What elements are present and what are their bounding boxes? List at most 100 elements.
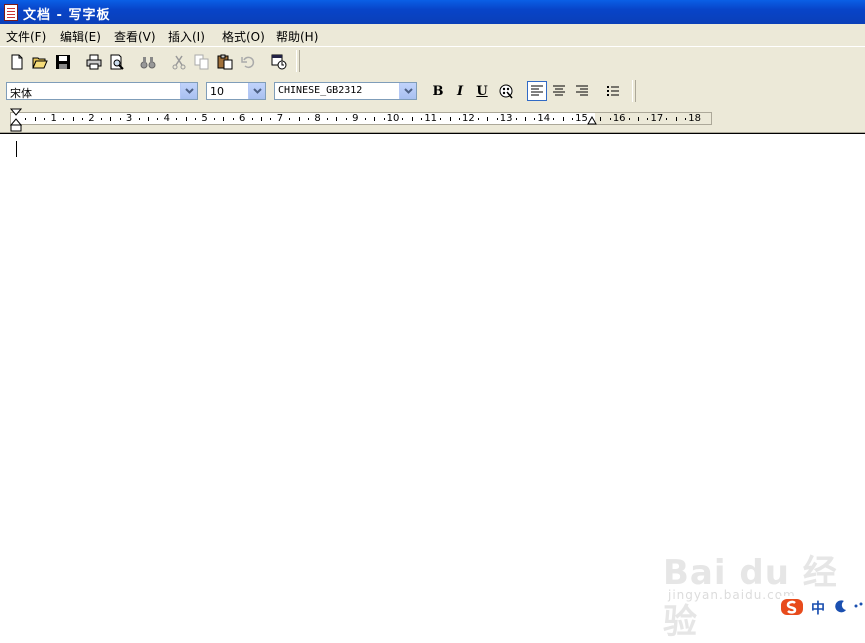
align-left-icon bbox=[531, 85, 543, 96]
ruler-number: 13 bbox=[499, 113, 513, 124]
align-center-button[interactable] bbox=[549, 81, 569, 101]
ruler-tick bbox=[34, 117, 36, 121]
script-value: CHINESE_GB2312 bbox=[278, 85, 363, 96]
ruler-number: 1 bbox=[50, 113, 57, 124]
cut-scissors-icon[interactable] bbox=[170, 53, 188, 71]
copy-icon[interactable] bbox=[193, 53, 211, 71]
menu-file[interactable]: 文件(F) bbox=[6, 28, 46, 45]
ruler-tick bbox=[44, 118, 46, 120]
menu-view[interactable]: 查看(V) bbox=[114, 28, 156, 45]
ruler-tick bbox=[223, 117, 225, 121]
align-center-icon bbox=[553, 85, 565, 96]
ruler-tick bbox=[251, 118, 253, 120]
ruler[interactable]: 1 2 3 4 5 6 7 8 9 10 11 12 13 14 15 16 17 18 bbox=[10, 112, 712, 125]
underline-button[interactable]: U bbox=[472, 81, 492, 101]
save-disk-icon[interactable] bbox=[54, 53, 72, 71]
ruler-tick bbox=[213, 118, 215, 120]
bold-button[interactable]: B bbox=[428, 81, 448, 101]
ruler-tick bbox=[553, 118, 555, 120]
ruler-number: 16 bbox=[612, 113, 626, 124]
ruler-tick bbox=[298, 117, 300, 121]
ruler-tick bbox=[185, 117, 187, 121]
ruler-number: 5 bbox=[201, 113, 208, 124]
ruler-tick bbox=[628, 118, 630, 120]
ruler-tick bbox=[383, 118, 385, 120]
toolbar-separator bbox=[296, 50, 300, 72]
ruler-tick bbox=[496, 118, 498, 120]
ruler-tick bbox=[327, 118, 329, 120]
paste-icon[interactable] bbox=[216, 53, 234, 71]
menu-insert[interactable]: 插入(I) bbox=[168, 28, 205, 45]
new-document-icon[interactable] bbox=[8, 53, 26, 71]
ruler-tick bbox=[81, 118, 83, 120]
font-color-icon bbox=[499, 84, 513, 99]
script-combo[interactable]: CHINESE_GB2312 bbox=[274, 82, 417, 100]
ruler-tick bbox=[487, 117, 489, 121]
menu-edit[interactable]: 编辑(E) bbox=[60, 28, 101, 45]
print-icon[interactable] bbox=[85, 53, 103, 71]
ruler-tick bbox=[666, 118, 668, 120]
ruler-number: 17 bbox=[650, 113, 664, 124]
ruler-tick bbox=[458, 118, 460, 120]
find-binoculars-icon[interactable] bbox=[139, 53, 157, 71]
underline-icon: U bbox=[476, 83, 488, 99]
italic-button[interactable]: I bbox=[450, 81, 470, 101]
ruler-tick bbox=[63, 118, 65, 120]
ruler-tick bbox=[515, 118, 517, 120]
toolbar-separator bbox=[632, 80, 636, 102]
align-left-button[interactable] bbox=[527, 81, 547, 101]
standard-toolbar bbox=[0, 46, 865, 77]
ime-mode-label[interactable]: 中 bbox=[811, 598, 825, 618]
insert-date-time-icon[interactable] bbox=[270, 53, 288, 71]
italic-icon: I bbox=[456, 83, 464, 99]
ruler-tick bbox=[562, 117, 564, 121]
ruler-tick bbox=[524, 117, 526, 121]
ruler-number: 6 bbox=[239, 113, 246, 124]
ruler-tick bbox=[261, 117, 263, 121]
ruler-tick bbox=[232, 118, 234, 120]
ruler-tick bbox=[364, 118, 366, 120]
ruler-tick bbox=[638, 117, 640, 121]
menu-bar: 文件(F) 编辑(E) 查看(V) 插入(I) 格式(O) 帮助(H) bbox=[0, 24, 865, 46]
chevron-down-icon[interactable] bbox=[248, 83, 265, 99]
ruler-tick bbox=[138, 118, 140, 120]
ruler-number: 14 bbox=[537, 113, 551, 124]
ruler-number: 8 bbox=[314, 113, 321, 124]
ruler-tick bbox=[572, 118, 574, 120]
ruler-tick bbox=[421, 118, 423, 120]
font-color-button[interactable] bbox=[496, 81, 516, 101]
ruler-tick bbox=[647, 118, 649, 120]
ruler-number: 9 bbox=[352, 113, 359, 124]
ruler-number: 15 bbox=[575, 113, 588, 124]
menu-format[interactable]: 格式(O) bbox=[222, 28, 265, 45]
ruler-tick bbox=[110, 117, 112, 121]
font-size-value: 10 bbox=[210, 85, 224, 98]
ruler-tick bbox=[449, 117, 451, 121]
first-line-indent-marker[interactable] bbox=[10, 108, 22, 132]
text-caret bbox=[16, 141, 17, 157]
ruler-tick bbox=[609, 118, 611, 120]
font-name-combo[interactable]: 宋体 bbox=[6, 82, 198, 100]
bullets-button[interactable] bbox=[603, 81, 623, 101]
menu-help[interactable]: 帮助(H) bbox=[276, 28, 318, 45]
ruler-tick bbox=[289, 118, 291, 120]
bullets-icon bbox=[607, 86, 619, 96]
ruler-tick bbox=[25, 118, 27, 120]
sogou-s-icon bbox=[781, 599, 803, 615]
ruler-number: 7 bbox=[276, 113, 284, 124]
align-right-button[interactable] bbox=[572, 81, 592, 101]
right-indent-marker[interactable] bbox=[587, 116, 597, 125]
font-size-combo[interactable]: 10 bbox=[206, 82, 266, 100]
ruler-tick bbox=[345, 118, 347, 120]
moon-icon[interactable] bbox=[834, 599, 848, 613]
chevron-down-icon[interactable] bbox=[399, 83, 416, 99]
ruler-tick bbox=[100, 118, 102, 120]
ruler-bar: 1 2 3 4 5 6 7 8 9 10 11 12 13 14 15 16 17 18 bbox=[0, 106, 865, 133]
ime-indicator[interactable]: 中 bbox=[780, 596, 865, 618]
punctuation-icon[interactable] bbox=[854, 602, 864, 610]
chevron-down-icon[interactable] bbox=[180, 83, 197, 99]
ruler-tick bbox=[534, 118, 536, 120]
undo-icon[interactable] bbox=[239, 53, 257, 71]
open-folder-icon[interactable] bbox=[31, 53, 49, 71]
print-preview-icon[interactable] bbox=[108, 53, 126, 71]
